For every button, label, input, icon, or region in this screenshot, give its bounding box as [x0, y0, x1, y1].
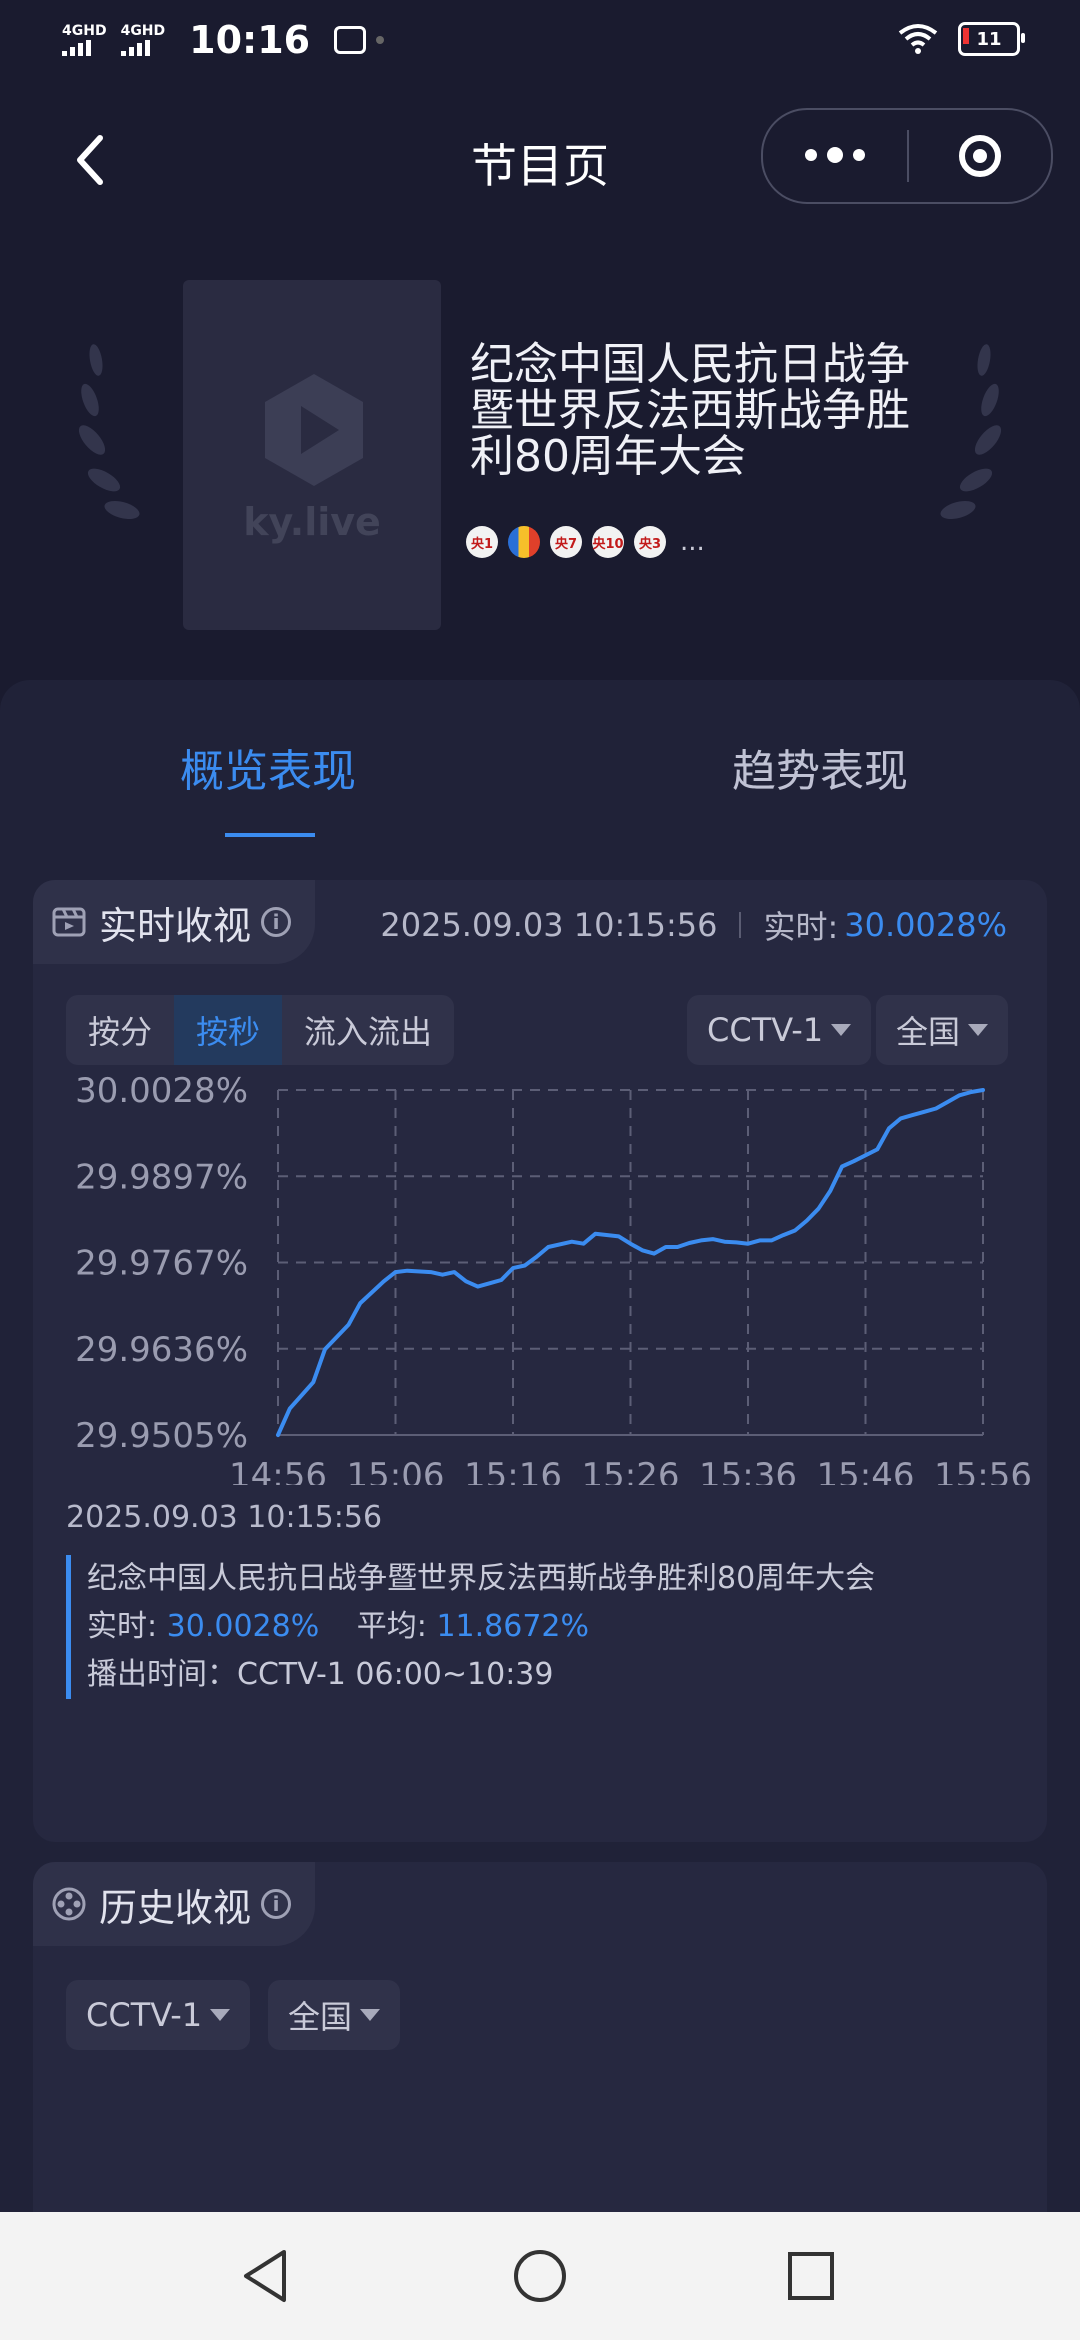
- nav-bar: 节目页: [0, 100, 1080, 220]
- readout-avg-value: 11.8672%: [436, 1609, 590, 1644]
- realtime-title: 实时收视: [99, 903, 252, 948]
- readout-avg-label: 平均:: [356, 1609, 427, 1644]
- realtime-meta: 2025.09.03 10:15:56 实时: 30.0028%: [380, 902, 1007, 948]
- info-icon[interactable]: i: [261, 1889, 292, 1919]
- realtime-timestamp: 2025.09.03 10:15:56: [380, 906, 718, 944]
- chevron-down-icon: [831, 1024, 852, 1036]
- region-select[interactable]: 全国: [876, 995, 1009, 1065]
- program-title: 纪念中国人民抗日战争暨世界反法西斯战争胜利80周年大会: [470, 339, 910, 482]
- film-reel-icon: [52, 1887, 86, 1921]
- chevron-down-icon: [360, 2009, 381, 2021]
- x-tick-label: 15:16: [464, 1456, 562, 1485]
- clock: 10:16: [189, 18, 311, 62]
- history-region-select[interactable]: 全国: [268, 1980, 401, 2050]
- channel-chip: [508, 526, 540, 558]
- segment-by-minute[interactable]: 按分: [66, 995, 174, 1065]
- network-type-1: 4GHD: [62, 23, 107, 39]
- granularity-segment: 按分 按秒 流入流出: [66, 995, 455, 1065]
- nav-back-icon[interactable]: [240, 2248, 290, 2304]
- realtime-header: 实时收视 i: [33, 880, 316, 964]
- battery-level: 11: [976, 28, 1002, 50]
- channel-select-value: CCTV-1: [707, 1011, 824, 1049]
- laurel-left-icon: [78, 344, 140, 520]
- x-tick-label: 15:56: [934, 1456, 1032, 1485]
- wifi-icon: [898, 24, 938, 54]
- chart-readout: 2025.09.03 10:15:56 纪念中国人民抗日战争暨世界反法西斯战争胜…: [66, 1500, 1026, 1699]
- channel-chips: 央1 央7 央10 央3 ...: [466, 526, 705, 558]
- video-icon: [52, 907, 86, 937]
- history-channel-value: CCTV-1: [86, 1996, 203, 2034]
- meta-divider: [739, 912, 742, 938]
- battery-icon: 11: [958, 22, 1025, 56]
- channel-chip: 央10: [592, 526, 624, 558]
- tab-trend[interactable]: 趋势表现: [732, 735, 908, 799]
- history-region-value: 全国: [288, 1998, 353, 2036]
- laurel-right-icon: [940, 344, 1002, 520]
- notification-dot-icon: [376, 36, 385, 44]
- x-tick-label: 15:46: [817, 1456, 915, 1485]
- readout-airtime: 播出时间：CCTV-1 06:00~10:39: [87, 1657, 554, 1692]
- live-value: 30.0028%: [844, 906, 1007, 944]
- tab-bar: 概览表现 趋势表现: [0, 735, 1080, 797]
- tab-indicator: [225, 833, 315, 837]
- x-tick-label: 15:36: [699, 1456, 797, 1485]
- y-tick-label: 29.9636%: [75, 1330, 248, 1370]
- channel-chip: 央7: [550, 526, 582, 558]
- program-header: ky.live 纪念中国人民抗日战争暨世界反法西斯战争胜利80周年大会 央1 央…: [0, 270, 1080, 630]
- signal-1-icon: 4GHD: [62, 24, 107, 56]
- channel-chip: 央1: [466, 526, 498, 558]
- x-tick-label: 15:26: [582, 1456, 680, 1485]
- x-tick-label: 14:56: [229, 1456, 327, 1485]
- realtime-chart: 30.0028% 29.9897% 29.9767% 29.9636% 29.9505%…: [75, 1075, 1032, 1485]
- readout-live-value: 30.0028%: [166, 1609, 320, 1644]
- system-nav-bar: [0, 2212, 1080, 2340]
- more-channels[interactable]: ...: [680, 527, 705, 557]
- readout-detail: 纪念中国人民抗日战争暨世界反法西斯战争胜利80周年大会 实时: 30.0028%…: [66, 1555, 1026, 1699]
- y-tick-label: 29.9767%: [75, 1244, 248, 1284]
- status-bar: 4GHD 4GHD 10:16 11: [0, 0, 1080, 84]
- history-channel-select[interactable]: CCTV-1: [66, 1980, 251, 2050]
- more-icon[interactable]: [763, 147, 907, 163]
- kylive-logo-icon: [265, 374, 363, 486]
- chevron-down-icon: [968, 1024, 989, 1036]
- y-tick-label: 29.9897%: [75, 1157, 248, 1197]
- y-tick-label: 30.0028%: [75, 1075, 248, 1111]
- nav-home-icon[interactable]: [512, 2248, 568, 2304]
- mini-program-capsule: [761, 108, 1053, 204]
- program-poster: ky.live: [183, 280, 441, 630]
- network-type-2: 4GHD: [120, 23, 166, 39]
- info-icon[interactable]: i: [261, 907, 292, 937]
- history-title: 历史收视: [99, 1885, 252, 1930]
- nav-recents-icon[interactable]: [786, 2250, 836, 2302]
- readout-date: 2025.09.03 10:15:56: [66, 1500, 383, 1535]
- segment-by-second[interactable]: 按秒: [174, 995, 283, 1065]
- y-tick-label: 29.9505%: [75, 1416, 248, 1456]
- x-tick-label: 15:06: [347, 1456, 445, 1485]
- channel-select[interactable]: CCTV-1: [687, 995, 872, 1065]
- realtime-card: 实时收视 i 2025.09.03 10:15:56 实时: 30.0028% …: [33, 880, 1047, 1842]
- signal-2-icon: 4GHD: [120, 23, 166, 56]
- readout-values: 实时: 30.0028% 平均: 11.8672%: [87, 1603, 1026, 1651]
- segment-flow[interactable]: 流入流出: [282, 995, 454, 1065]
- region-select-value: 全国: [896, 1013, 961, 1051]
- notification-app-icon: [334, 26, 367, 54]
- chevron-down-icon: [210, 2009, 231, 2021]
- channel-chip: 央3: [634, 526, 666, 558]
- readout-program-name: 纪念中国人民抗日战争暨世界反法西斯战争胜利80周年大会: [87, 1561, 876, 1596]
- live-label: 实时:: [763, 908, 839, 946]
- readout-live-label: 实时:: [87, 1609, 158, 1644]
- tab-overview[interactable]: 概览表现: [180, 735, 356, 799]
- history-header: 历史收视 i: [33, 1862, 316, 1946]
- close-target-icon[interactable]: [909, 135, 1051, 177]
- poster-logo-text: ky.live: [243, 500, 381, 544]
